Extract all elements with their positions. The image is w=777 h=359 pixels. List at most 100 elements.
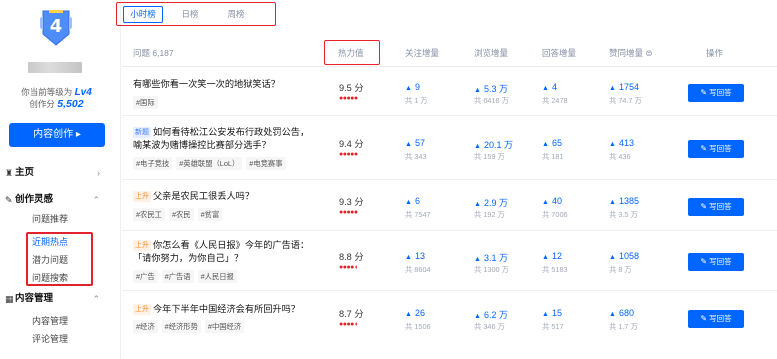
views-total: 共 1300 万 <box>474 265 509 274</box>
tag[interactable]: #电子竞技 <box>133 157 173 170</box>
arrow-up-icon: ▲ <box>474 201 481 208</box>
upvotes-total: 共 74.7 万 <box>609 96 642 105</box>
heat-rating: ●●●●● <box>339 209 358 216</box>
rising-badge: 上升 <box>133 240 151 251</box>
tag[interactable]: #中国经济 <box>204 320 245 333</box>
tag[interactable]: #贫富 <box>197 208 223 221</box>
follow-total: 共 7547 <box>405 210 431 219</box>
upvotes-increase: ▲ 1385 <box>609 196 639 206</box>
arrow-up-icon: ▲ <box>542 254 549 261</box>
views-increase: ▲ 6.2 万 <box>474 310 508 320</box>
nav-home[interactable]: ♜ 主页 › <box>0 165 113 181</box>
tag[interactable]: #经济形势 <box>161 320 201 333</box>
highlight-box-inspiration <box>26 232 93 286</box>
answers-total: 共 2478 <box>542 96 568 105</box>
heat-rating: ●●●●◖ <box>339 264 358 271</box>
question-title[interactable]: 上升 父亲是农民工很丢人吗？ <box>133 190 313 203</box>
ranking-tabs: 小时榜 日榜 周榜 <box>116 2 276 26</box>
nav-content-head[interactable]: ▦ 内容管理 ⌃ <box>0 291 113 307</box>
upvotes-increase: ▲ 1058 <box>609 251 639 261</box>
tag[interactable]: #农民工 <box>133 208 165 221</box>
views-increase: ▲ 5.3 万 <box>474 84 508 94</box>
tab-daily[interactable]: 日榜 <box>175 6 205 23</box>
table-header: 问题 6,187 热力值 关注增量 浏览增量 回答增量 赞同增量 ⊜ 操作 <box>0 47 777 59</box>
sidebar-item-content-manage[interactable]: 内容管理 <box>0 312 113 330</box>
header-views: 浏览增量 <box>474 48 509 58</box>
tag[interactable]: #国际 <box>133 96 158 109</box>
heat-score: 8.7 分 <box>339 309 364 319</box>
question-title[interactable]: 上升 你怎么看《人民日报》今年的广告语：「请你努力，为你自己」？ <box>133 239 313 265</box>
views-total: 共 159 万 <box>474 152 505 161</box>
row-divider <box>122 115 777 116</box>
follow-total: 共 343 <box>405 152 427 161</box>
question-title[interactable]: 新题 如何看待松江公安发布行政处罚公告，喻某波为赌博操控比赛部分选手？ <box>133 126 313 152</box>
arrow-up-icon: ▲ <box>474 313 481 320</box>
follow-total: 共 1 万 <box>405 96 428 105</box>
arrow-up-icon: ▲ <box>542 199 549 206</box>
level-prefix: 你当前等级为 <box>21 87 73 97</box>
row-divider <box>122 179 777 180</box>
rising-badge: 上升 <box>133 191 151 202</box>
home-icon: ♜ <box>5 168 14 178</box>
arrow-up-icon: ▲ <box>405 85 412 92</box>
header-follow: 关注增量 <box>405 48 440 58</box>
level-badge-icon: 4 <box>40 10 72 46</box>
arrow-up-icon: ▲ <box>474 87 481 94</box>
tab-hourly[interactable]: 小时榜 <box>123 6 163 23</box>
write-answer-button[interactable]: ✎ 写回答 <box>688 140 744 158</box>
upvotes-total: 共 1.7 万 <box>609 322 638 331</box>
follow-increase: ▲ 6 <box>405 196 420 206</box>
arrow-up-icon: ▲ <box>609 311 616 318</box>
upvotes-increase: ▲ 1754 <box>609 82 639 92</box>
pen-icon: ✎ <box>700 88 708 97</box>
answers-increase: ▲ 12 <box>542 251 562 261</box>
header-divider <box>122 66 777 67</box>
question-title[interactable]: 有哪些你看一次笑一次的地狱笑话？ <box>133 78 313 91</box>
content-create-button[interactable]: 内容创作 ▸ <box>9 123 105 147</box>
nav-inspiration-head[interactable]: ✎ 创作灵感 ⌃ <box>0 192 113 208</box>
write-answer-button[interactable]: ✎ 写回答 <box>688 253 744 271</box>
answers-total: 共 5183 <box>542 265 568 274</box>
tag[interactable]: #广告 <box>133 270 158 283</box>
question-tags: #电子竞技 #英雄联盟（LoL） #电竞赛事 <box>133 157 290 170</box>
tab-weekly[interactable]: 周榜 <box>221 6 251 23</box>
arrow-up-icon: ▲ <box>542 311 549 318</box>
write-answer-button[interactable]: ✎ 写回答 <box>688 84 744 102</box>
header-upvotes: 赞同增量 ⊜ <box>609 48 653 58</box>
chevron-up-icon: ⌃ <box>92 195 100 205</box>
nav-inspiration-label: 创作灵感 <box>15 194 54 205</box>
tag[interactable]: #农民 <box>168 208 194 221</box>
creator-center-page: 4 你当前等级为 Lv4 创作分 5,502 内容创作 ▸ ♜ 主页 › ✎ 创作灵感… <box>0 0 777 359</box>
answers-increase: ▲ 40 <box>542 196 562 206</box>
sidebar-item-comment-manage[interactable]: 评论管理 <box>0 330 113 348</box>
tag[interactable]: #人民日报 <box>197 270 237 283</box>
question-tags: #经济 #经济形势 #中国经济 <box>133 320 248 333</box>
tag[interactable]: #广告语 <box>161 270 194 283</box>
follow-increase: ▲ 13 <box>405 251 425 261</box>
header-action: 操作 <box>706 48 724 58</box>
heat-score: 9.3 分 <box>339 197 364 207</box>
level-line: 你当前等级为 Lv4 <box>0 86 113 98</box>
score-line: 创作分 5,502 <box>0 98 113 110</box>
answers-total: 共 7006 <box>542 210 568 219</box>
highlight-box-heat <box>324 40 380 65</box>
answers-increase: ▲ 65 <box>542 138 562 148</box>
header-answers: 回答增量 <box>542 48 577 58</box>
tag[interactable]: #电竞赛事 <box>246 157 286 170</box>
write-answer-button[interactable]: ✎ 写回答 <box>688 310 744 328</box>
row-divider <box>122 230 777 231</box>
upvotes-total: 共 3.5 万 <box>609 210 638 219</box>
tag[interactable]: #经济 <box>133 320 158 333</box>
pen-icon: ✎ <box>700 314 708 323</box>
write-answer-button[interactable]: ✎ 写回答 <box>688 198 744 216</box>
level-value: Lv4 <box>74 87 92 98</box>
question-title[interactable]: 上升 今年下半年中国经济会有所回升吗？ <box>133 303 313 316</box>
views-total: 共 6418 万 <box>474 96 509 105</box>
views-total: 共 192 万 <box>474 210 505 219</box>
heat-rating: ●●●●◖ <box>339 321 358 328</box>
tag[interactable]: #英雄联盟（LoL） <box>176 157 243 170</box>
heat-score: 9.5 分 <box>339 83 364 93</box>
arrow-up-icon: ▲ <box>609 199 616 206</box>
sidebar-item-recommend[interactable]: 问题推荐 <box>0 210 113 228</box>
rising-badge: 上升 <box>133 304 151 315</box>
